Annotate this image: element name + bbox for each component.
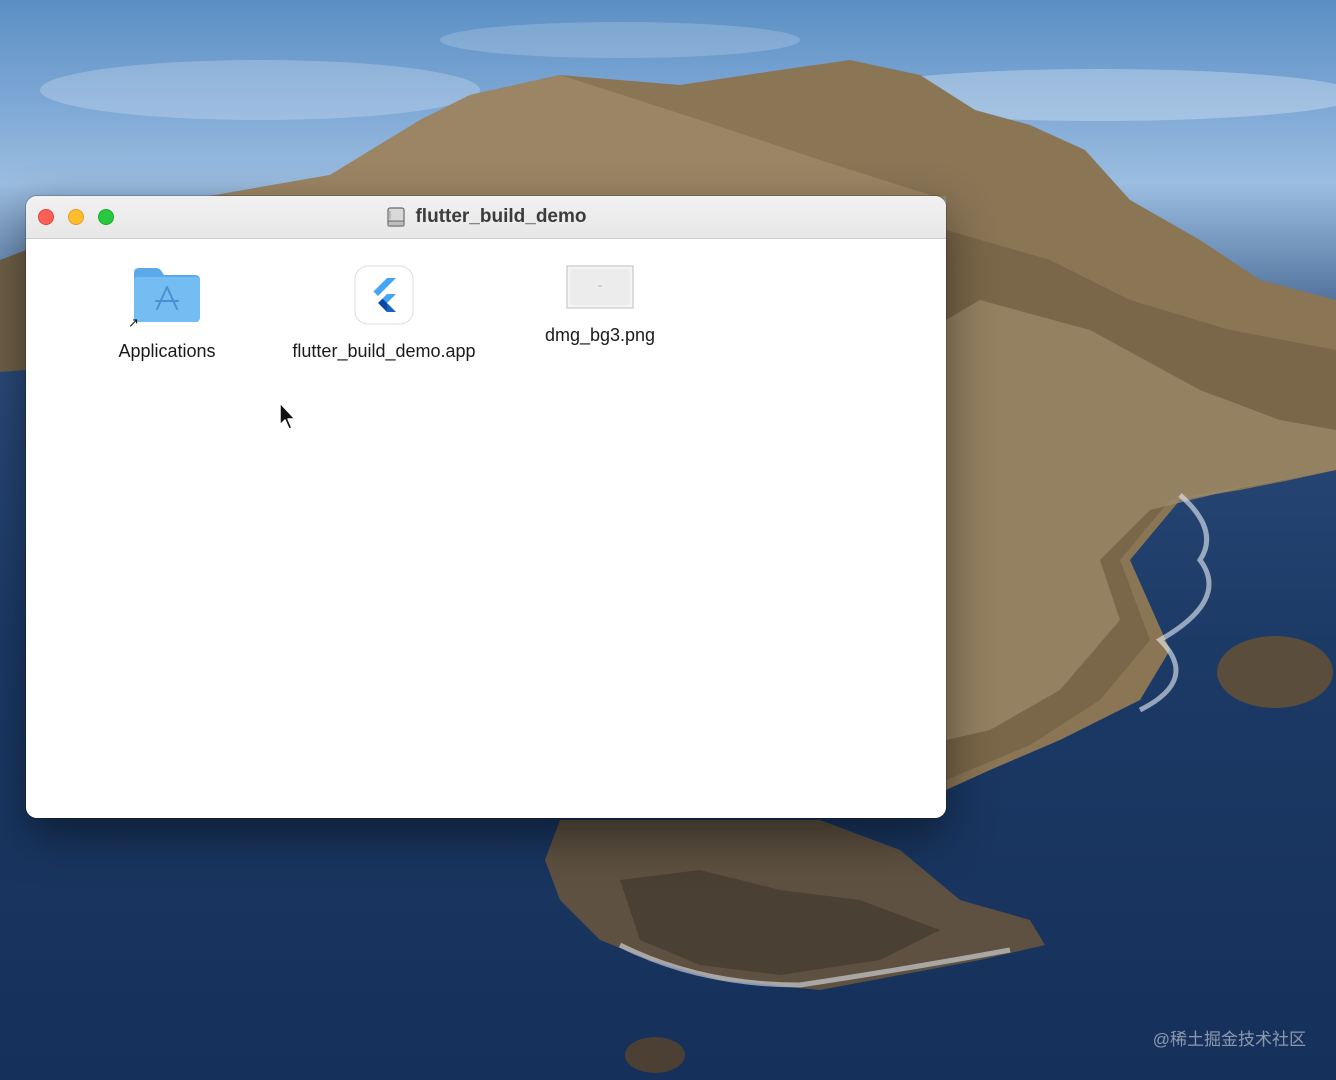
mouse-cursor-icon bbox=[279, 402, 296, 430]
file-label-applications: Applications bbox=[118, 341, 216, 361]
alias-arrow-icon: ↗ bbox=[128, 315, 139, 330]
finder-content-area[interactable]: ↗ Applications flutter_build_demo.app dm… bbox=[26, 239, 946, 818]
file-item-applications[interactable]: ↗ Applications bbox=[57, 265, 277, 362]
window-title: flutter_build_demo bbox=[26, 196, 946, 238]
window-title-text: flutter_build_demo bbox=[415, 206, 587, 227]
file-label-flutter-app: flutter_build_demo.app bbox=[292, 341, 476, 361]
disk-image-icon bbox=[387, 207, 406, 227]
window-titlebar[interactable]: flutter_build_demo bbox=[26, 196, 946, 239]
image-file-thumbnail-icon[interactable] bbox=[566, 265, 634, 309]
file-item-flutter-app[interactable]: flutter_build_demo.app bbox=[274, 265, 494, 362]
desktop: flutter_build_demo ↗ Applications flutte… bbox=[0, 0, 1336, 1080]
file-item-dmg-bg3[interactable]: dmg_bg3.png bbox=[490, 265, 710, 346]
watermark-text: @稀土掘金技术社区 bbox=[1152, 1030, 1306, 1049]
file-label-dmg-bg3: dmg_bg3.png bbox=[544, 325, 656, 345]
flutter-app-icon[interactable] bbox=[354, 265, 414, 325]
applications-folder-alias-icon[interactable]: ↗ bbox=[128, 265, 202, 330]
finder-window: flutter_build_demo ↗ Applications flutte… bbox=[26, 196, 946, 818]
